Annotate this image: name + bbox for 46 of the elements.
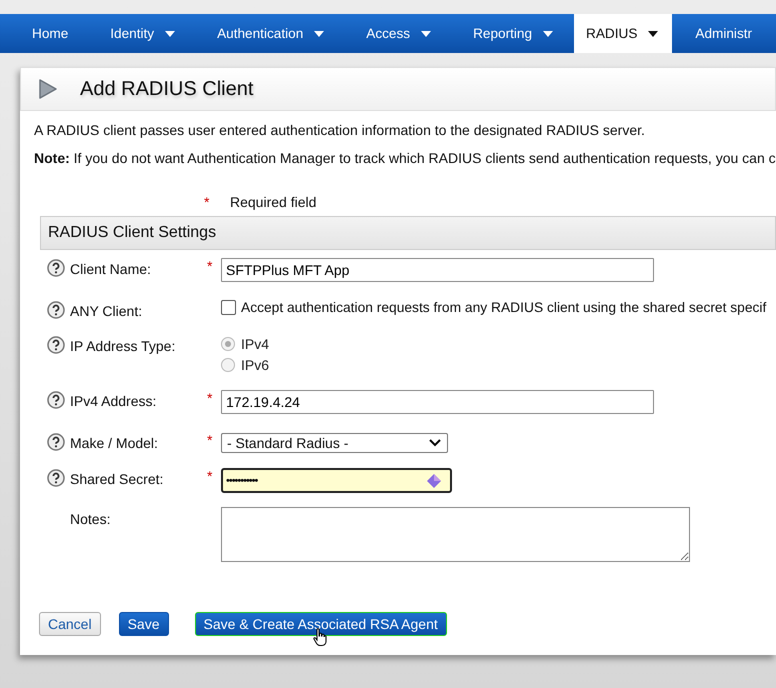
chevron-icon: [429, 439, 441, 447]
play-icon: [38, 78, 58, 100]
field-label: Notes:: [70, 510, 112, 527]
password-field[interactable]: •••••••••••: [221, 468, 452, 493]
nav-tab[interactable]: RADIUS: [574, 14, 672, 53]
required-label: Required field: [230, 194, 316, 210]
field-label: Make / Model:: [70, 434, 159, 451]
help-icon[interactable]: [47, 336, 65, 354]
nav-tab[interactable]: Access: [345, 14, 452, 53]
action-button[interactable]: Cancel: [39, 612, 101, 636]
intro-text: A RADIUS client passes user entered authentication information to the designated RADIUS server.: [34, 122, 646, 138]
nav-tab[interactable]: Administr: [674, 14, 774, 53]
section-header: RADIUS Client Settings: [40, 216, 776, 250]
required-marker: *: [207, 390, 214, 406]
required-marker: *: [207, 432, 214, 448]
field-label: Client Name:: [70, 260, 152, 277]
nav-tab[interactable]: Authentication: [196, 14, 346, 53]
help-icon[interactable]: [47, 433, 65, 451]
required-marker: *: [207, 468, 214, 484]
required-marker: *: [207, 258, 214, 274]
field-label: ANY Client:: [70, 302, 144, 319]
action-button[interactable]: Save & Create Associated RSA Agent: [194, 612, 447, 636]
text-field[interactable]: 172.19.4.24: [221, 390, 654, 414]
hand-cursor-icon: [313, 628, 327, 646]
notes-field[interactable]: [221, 507, 690, 562]
make-model-select[interactable]: - Standard Radius -: [221, 433, 448, 453]
required-marker: *: [204, 194, 210, 210]
field-label: IP Address Type:: [70, 337, 176, 354]
note-text: Note: If you do not want Authentication Manager to track which RADIUS clients send authentication requests, you can c: [34, 150, 776, 166]
text-field[interactable]: SFTPPlus MFT App: [221, 258, 654, 282]
page-title: Add RADIUS Client: [80, 78, 254, 100]
nav-tab[interactable]: Identity: [89, 14, 196, 53]
checkbox-label: Accept authentication requests from any RADIUS client using the shared secret specif: [241, 300, 766, 315]
nav-tab[interactable]: Reporting: [452, 14, 574, 53]
checkbox[interactable]: [221, 300, 236, 315]
key-icon[interactable]: [426, 472, 442, 488]
help-icon[interactable]: [47, 259, 65, 277]
radio-label: IPv4: [241, 336, 270, 352]
help-icon[interactable]: [47, 301, 65, 319]
help-icon[interactable]: [47, 469, 65, 487]
field-label: Shared Secret:: [70, 470, 164, 487]
radio-label: IPv6: [241, 357, 270, 373]
nav-tab[interactable]: Home: [0, 14, 90, 53]
action-button[interactable]: Save: [118, 612, 169, 636]
help-icon[interactable]: [47, 391, 65, 409]
field-label: IPv4 Address:: [70, 392, 158, 409]
